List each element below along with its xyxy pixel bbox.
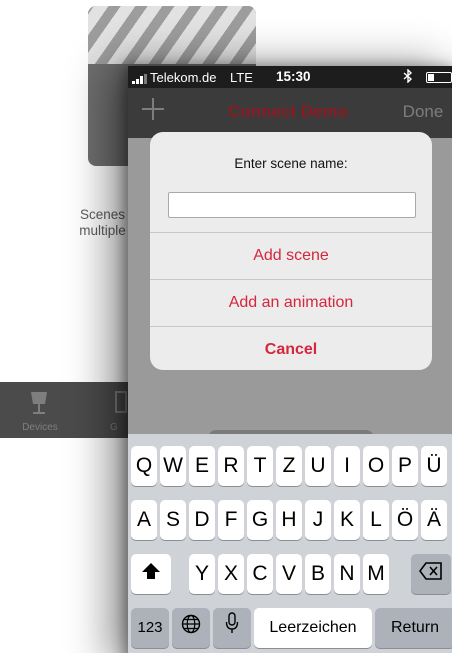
- key-h[interactable]: H: [276, 500, 302, 540]
- add-scene-button[interactable]: Add scene: [150, 233, 432, 279]
- shift-key[interactable]: [131, 554, 171, 594]
- key-l[interactable]: L: [363, 500, 389, 540]
- background-tab-bar: Devices G: [0, 382, 140, 438]
- key-x[interactable]: X: [218, 554, 244, 594]
- dictation-key[interactable]: [213, 608, 251, 648]
- network-type: LTE: [230, 70, 253, 85]
- key-b[interactable]: B: [305, 554, 331, 594]
- key-v[interactable]: V: [276, 554, 302, 594]
- key-n[interactable]: N: [334, 554, 360, 594]
- key-r[interactable]: R: [218, 446, 244, 486]
- space-key[interactable]: Leerzeichen: [254, 608, 372, 648]
- key-k[interactable]: K: [334, 500, 360, 540]
- lamp-icon: [28, 390, 50, 421]
- scene-name-input[interactable]: [168, 192, 416, 218]
- page-title: Connect Demo: [228, 102, 348, 121]
- group-icon: [114, 390, 128, 421]
- backspace-icon: [419, 554, 443, 594]
- phone-screen: Telekom.de LTE 15:30 Connect Demo Done E…: [128, 66, 452, 653]
- key-u[interactable]: U: [305, 446, 331, 486]
- key-y[interactable]: Y: [189, 554, 215, 594]
- tab-devices[interactable]: Devices: [0, 382, 70, 438]
- key-q[interactable]: Q: [131, 446, 157, 486]
- key-m[interactable]: M: [363, 554, 389, 594]
- done-button[interactable]: Done: [388, 102, 452, 122]
- key-f[interactable]: F: [218, 500, 244, 540]
- delete-key[interactable]: [411, 554, 451, 594]
- key-oe[interactable]: Ö: [392, 500, 418, 540]
- key-a[interactable]: A: [131, 500, 157, 540]
- alert-title: Enter scene name:: [234, 156, 348, 171]
- key-ue[interactable]: Ü: [421, 446, 447, 486]
- add-icon[interactable]: [140, 96, 166, 122]
- add-animation-button[interactable]: Add an animation: [150, 280, 432, 326]
- battery-icon: [426, 72, 452, 83]
- numbers-key[interactable]: 123: [131, 608, 169, 648]
- key-j[interactable]: J: [305, 500, 331, 540]
- signal-strength-icon: [132, 72, 148, 87]
- microphone-icon: [225, 608, 239, 648]
- return-key[interactable]: Return: [375, 608, 452, 648]
- key-c[interactable]: C: [247, 554, 273, 594]
- key-e[interactable]: E: [189, 446, 215, 486]
- key-g[interactable]: G: [247, 500, 273, 540]
- key-t[interactable]: T: [247, 446, 273, 486]
- key-p[interactable]: P: [392, 446, 418, 486]
- navigation-bar: Connect Demo Done: [128, 88, 452, 138]
- scene-name-alert: Enter scene name: Add scene Add an anima…: [150, 132, 432, 370]
- globe-key[interactable]: [172, 608, 210, 648]
- keyboard: Q W E R T Z U I O P Ü A S D F G H J K L …: [128, 434, 452, 653]
- key-o[interactable]: O: [363, 446, 389, 486]
- placeholder-stripes: [88, 6, 256, 64]
- key-d[interactable]: D: [189, 500, 215, 540]
- key-i[interactable]: I: [334, 446, 360, 486]
- status-time: 15:30: [276, 69, 311, 84]
- tab-devices-label: Devices: [22, 422, 58, 433]
- carrier-name: Telekom.de: [150, 70, 217, 85]
- key-ae[interactable]: Ä: [421, 500, 447, 540]
- globe-icon: [181, 608, 201, 648]
- bluetooth-icon: [403, 68, 413, 86]
- key-z[interactable]: Z: [276, 446, 302, 486]
- hint-text-line2: multiple lu: [79, 223, 140, 238]
- cancel-button[interactable]: Cancel: [150, 327, 432, 370]
- key-w[interactable]: W: [160, 446, 186, 486]
- shift-icon: [141, 554, 161, 594]
- key-s[interactable]: S: [160, 500, 186, 540]
- status-bar: Telekom.de LTE 15:30: [128, 66, 452, 88]
